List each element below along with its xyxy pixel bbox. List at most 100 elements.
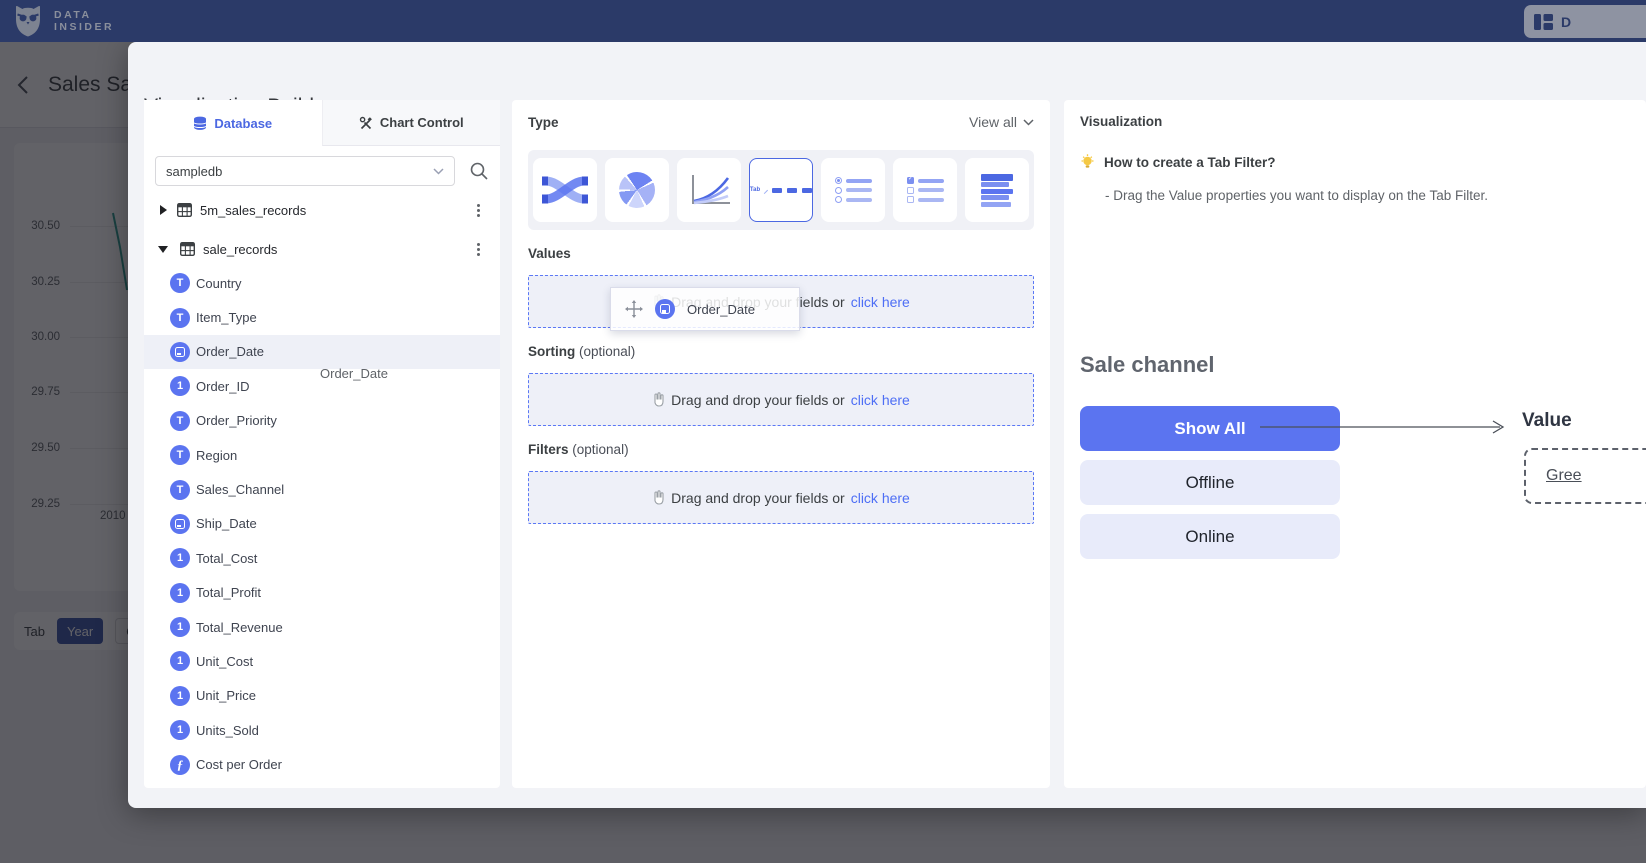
filters-drop-zone[interactable]: Drag and drop your fields or click here bbox=[528, 471, 1034, 524]
field-row[interactable]: TSales_Channel bbox=[144, 472, 500, 506]
annotation-link[interactable]: Gree bbox=[1546, 467, 1582, 485]
table-icon bbox=[177, 203, 192, 217]
field-row[interactable]: 1 Unit_Price bbox=[144, 679, 500, 713]
text-field-icon: T bbox=[170, 411, 190, 431]
chart-type-table[interactable] bbox=[965, 158, 1029, 222]
field-row[interactable]: TCountry bbox=[144, 266, 500, 300]
dashboard-button[interactable]: D bbox=[1524, 5, 1646, 38]
search-button[interactable] bbox=[466, 159, 492, 185]
field-row-selected[interactable]: Order_Date bbox=[144, 335, 500, 369]
topbar: DATA INSIDER D bbox=[0, 0, 1646, 42]
tab-database[interactable]: Database bbox=[144, 100, 322, 146]
text-field-icon: T bbox=[170, 445, 190, 465]
drag-ghost-chip[interactable]: Order_Date bbox=[610, 287, 800, 331]
field-row[interactable]: T Order_Priority bbox=[144, 404, 500, 438]
drag-source-label: Order_Date bbox=[320, 366, 388, 381]
lightbulb-icon bbox=[1080, 154, 1095, 170]
field-label: Order_Priority bbox=[196, 413, 277, 428]
field-label: Unit_Cost bbox=[196, 654, 253, 669]
values-section-label: Values bbox=[528, 246, 571, 261]
sankey-icon bbox=[542, 173, 588, 207]
brand-line2: INSIDER bbox=[54, 21, 114, 33]
hand-drag-icon bbox=[652, 392, 665, 407]
chart-type-tab-filter[interactable]: Tab bbox=[749, 158, 813, 222]
field-label: Country bbox=[196, 276, 242, 291]
number-field-icon: 1 bbox=[170, 686, 190, 706]
database-icon bbox=[193, 116, 207, 131]
kebab-menu-icon[interactable] bbox=[477, 248, 480, 251]
brand-logo[interactable]: DATA INSIDER bbox=[12, 4, 114, 38]
table-name: 5m_sales_records bbox=[200, 203, 306, 218]
chart-type-line[interactable] bbox=[677, 158, 741, 222]
tab-database-label: Database bbox=[214, 116, 272, 131]
tip-title: How to create a Tab Filter? bbox=[1104, 155, 1276, 170]
annotation-value-label: Value bbox=[1522, 410, 1572, 432]
field-label: Sales_Channel bbox=[196, 482, 284, 497]
field-row[interactable]: 1Total_Revenue bbox=[144, 610, 500, 644]
chart-type-pie[interactable] bbox=[605, 158, 669, 222]
visualization-label: Visualization bbox=[1080, 114, 1162, 129]
checkbox-list-icon bbox=[907, 175, 944, 206]
search-icon bbox=[469, 161, 489, 181]
field-label: Order_ID bbox=[196, 379, 249, 394]
tip-body: - Drag the Value properties you want to … bbox=[1105, 188, 1488, 203]
chart-type-checkbox-list[interactable] bbox=[893, 158, 957, 222]
field-list: TCountry TItem_Type Order_Date 1Order_ID… bbox=[144, 266, 500, 782]
text-field-icon: T bbox=[170, 308, 190, 328]
click-here-link[interactable]: click here bbox=[851, 392, 910, 408]
drag-ghost-label: Order_Date bbox=[687, 302, 755, 317]
field-row[interactable]: TRegion bbox=[144, 438, 500, 472]
filter-button-offline[interactable]: Offline bbox=[1080, 460, 1340, 505]
click-here-link[interactable]: click here bbox=[851, 294, 910, 310]
brand-line1: DATA bbox=[54, 9, 114, 21]
date-field-icon bbox=[170, 514, 190, 534]
tab-chart-control-label: Chart Control bbox=[380, 115, 464, 130]
kebab-menu-icon[interactable] bbox=[477, 209, 480, 212]
visualization-builder-modal: Visualization Builder Database bbox=[128, 42, 1646, 808]
database-panel: Database Chart Control sampledb bbox=[144, 100, 500, 788]
visualization-panel: Visualization How to create a Tab Filter… bbox=[1064, 100, 1646, 788]
table-row-5m-sales-records[interactable]: 5m_sales_records bbox=[144, 196, 500, 224]
table-row-sale-records[interactable]: sale_records bbox=[144, 235, 500, 263]
field-row[interactable]: ƒ Cost per Order bbox=[144, 747, 500, 781]
tab-chart-control[interactable]: Chart Control bbox=[322, 100, 501, 146]
owl-logo-icon bbox=[12, 4, 44, 38]
database-select[interactable]: sampledb bbox=[155, 156, 455, 186]
number-field-icon: 1 bbox=[170, 583, 190, 603]
tab-filter-icon: Tab bbox=[750, 187, 812, 193]
number-field-icon: 1 bbox=[170, 617, 190, 637]
database-select-value: sampledb bbox=[166, 164, 222, 179]
chart-type-sankey[interactable] bbox=[533, 158, 597, 222]
number-field-icon: 1 bbox=[170, 376, 190, 396]
date-field-icon bbox=[655, 299, 675, 319]
pie-icon bbox=[619, 172, 655, 208]
caret-down-icon[interactable] bbox=[158, 246, 168, 253]
sorting-drop-zone[interactable]: Drag and drop your fields or click here bbox=[528, 373, 1034, 426]
field-row[interactable]: Ship_Date bbox=[144, 507, 500, 541]
dashboard-button-label: D bbox=[1561, 14, 1571, 30]
field-label: Units_Sold bbox=[196, 723, 259, 738]
field-row[interactable]: 1Unit_Cost bbox=[144, 644, 500, 678]
filter-button-online[interactable]: Online bbox=[1080, 514, 1340, 559]
chart-type-radio-list[interactable] bbox=[821, 158, 885, 222]
filters-section-label: Filters (optional) bbox=[528, 442, 629, 457]
hand-drag-icon bbox=[652, 490, 665, 505]
field-row[interactable]: 1Units_Sold bbox=[144, 713, 500, 747]
field-label: Item_Type bbox=[196, 310, 257, 325]
move-icon bbox=[625, 300, 643, 318]
layout-icon bbox=[1534, 14, 1553, 30]
field-row[interactable]: T Item_Type bbox=[144, 300, 500, 334]
field-row[interactable]: 1Total_Profit bbox=[144, 576, 500, 610]
caret-right-icon[interactable] bbox=[160, 205, 167, 215]
field-label: Cost per Order bbox=[196, 757, 282, 772]
field-label: Unit_Price bbox=[196, 688, 256, 703]
type-section-label: Type bbox=[528, 115, 559, 130]
function-field-icon: ƒ bbox=[170, 755, 190, 775]
number-field-icon: 1 bbox=[170, 548, 190, 568]
click-here-link[interactable]: click here bbox=[851, 490, 910, 506]
table-icon bbox=[180, 242, 195, 256]
field-row[interactable]: 1Total_Cost bbox=[144, 541, 500, 575]
view-all-button[interactable]: View all bbox=[969, 114, 1034, 130]
widget-title: Sale channel bbox=[1080, 352, 1215, 378]
builder-panel: Type View all bbox=[512, 100, 1050, 788]
